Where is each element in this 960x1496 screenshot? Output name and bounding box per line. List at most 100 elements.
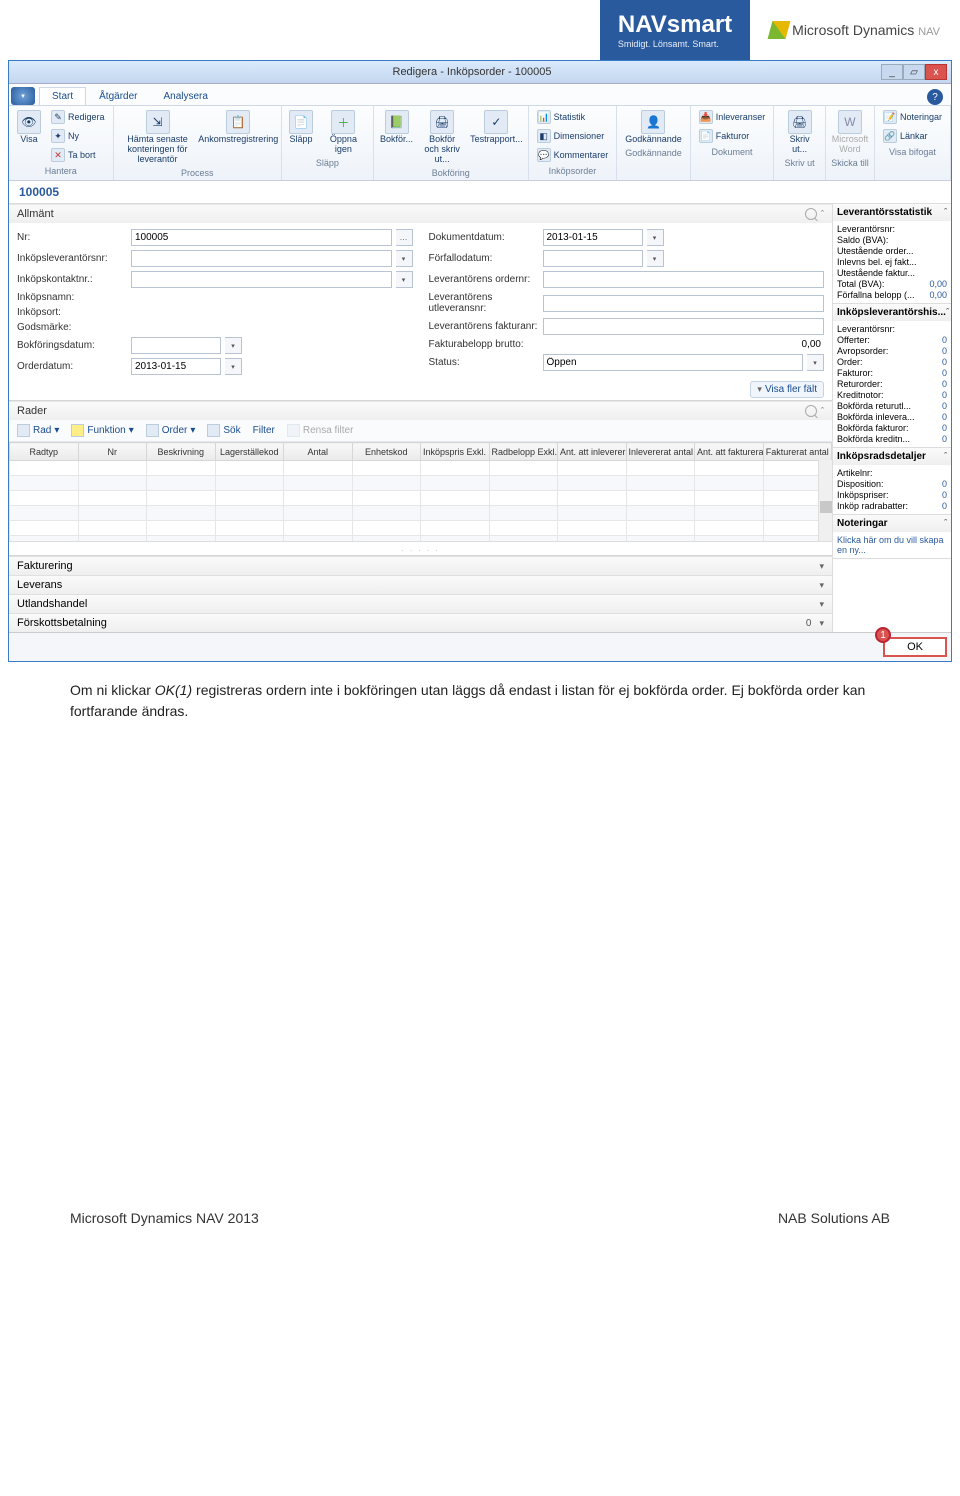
dd-orderdatum[interactable]: ▾ [225, 358, 242, 375]
input-inkopslev[interactable] [131, 250, 392, 267]
column-header[interactable]: Ant. att fakturera [695, 443, 764, 461]
fakturor-button[interactable]: 📄Fakturor [695, 127, 770, 145]
kommentarer-button[interactable]: 💬Kommentarer [533, 146, 613, 164]
dd-inkopslev[interactable]: ▾ [396, 250, 413, 267]
minimize-button[interactable]: _ [881, 64, 903, 80]
body-area: Allmänt ˆ Nr:… Inköpsleverantörsnr:▾ Ink… [9, 204, 951, 632]
resize-handle[interactable]: . . . . . [9, 542, 832, 555]
slapp-button[interactable]: 📄Släpp [286, 108, 316, 146]
input-levorder[interactable] [543, 271, 825, 288]
ok-button[interactable]: OK [883, 637, 947, 657]
column-header[interactable]: Antal [284, 443, 353, 461]
search-icon[interactable] [805, 405, 817, 417]
tab-analysera[interactable]: Analysera [150, 87, 220, 105]
column-header[interactable]: Lagerställekod [215, 443, 284, 461]
nav-jewel-icon[interactable]: ▾ [11, 87, 35, 105]
dd-forfallo[interactable]: ▾ [647, 250, 664, 267]
footer-left: Microsoft Dynamics NAV 2013 [70, 1210, 259, 1226]
bokfor-button[interactable]: 📗Bokför... [378, 108, 415, 146]
tabort-button[interactable]: ✕Ta bort [47, 146, 109, 164]
factbox-header-levhist[interactable]: Inköpsleverantörshis...ˆ [833, 304, 951, 321]
column-header[interactable]: Inköpspris Exkl. moms [421, 443, 490, 461]
input-forfallo[interactable] [543, 250, 643, 267]
noteringar-button[interactable]: 📝Noteringar [879, 108, 946, 126]
factbox-header-levstat[interactable]: Leverantörsstatistikˆ [833, 204, 951, 221]
dd-bokforingsdatum[interactable]: ▾ [225, 337, 242, 354]
factbox-header-noteringar[interactable]: Noteringarˆ [833, 515, 951, 532]
column-header[interactable]: Radbelopp Exkl. moms [489, 443, 558, 461]
oppnaigen-button[interactable]: ＋Öppna igen [318, 108, 369, 156]
filter-button[interactable]: Filter [249, 422, 279, 439]
lankar-button[interactable]: 🔗Länkar [879, 127, 946, 145]
input-bokforingsdatum[interactable] [131, 337, 221, 354]
godkannande-button[interactable]: 👤Godkännande [621, 108, 686, 146]
dd-dokdat[interactable]: ▾ [647, 229, 664, 246]
skrivut-button[interactable]: 🖨Skriv ut... [778, 108, 821, 156]
show-more-fields-button[interactable]: ▾Visa fler fält [750, 381, 824, 398]
fasttab-forskott[interactable]: Förskottsbetalning0▾ [9, 613, 832, 632]
table-row[interactable] [10, 491, 832, 506]
chevron-up-icon: ˆ [821, 406, 824, 416]
fasttab-leverans[interactable]: Leverans▾ [9, 575, 832, 594]
fasttab-fakturering[interactable]: Fakturering▾ [9, 556, 832, 575]
order-icon [146, 424, 159, 437]
sok-button[interactable]: Sök [203, 422, 244, 439]
ankomst-button[interactable]: 📋Ankomstregistrering [200, 108, 277, 146]
column-header[interactable]: Inlevererat antal [626, 443, 695, 461]
lines-scrollbar[interactable] [818, 460, 832, 541]
table-row[interactable] [10, 521, 832, 536]
close-button[interactable]: x [925, 64, 947, 80]
ok-bar: 1 OK [9, 632, 951, 661]
column-header[interactable]: Nr [78, 443, 147, 461]
dd-status[interactable]: ▾ [807, 354, 824, 371]
factbox-noteringar: Noteringarˆ Klicka här om du vill skapa … [833, 515, 951, 559]
input-levutlev[interactable] [543, 295, 825, 312]
redigera-button[interactable]: ✎Redigera [47, 108, 109, 126]
funktion-menu-button[interactable]: Funktion ▾ [67, 422, 137, 439]
delete-icon: ✕ [51, 148, 65, 162]
inleveranser-button[interactable]: 📥Inleveranser [695, 108, 770, 126]
word-button[interactable]: WMicrosoft Word [830, 108, 870, 156]
table-row[interactable] [10, 461, 832, 476]
table-row[interactable] [10, 506, 832, 521]
column-header[interactable]: Enhetskod [352, 443, 421, 461]
lookup-nr[interactable]: … [396, 229, 413, 246]
dd-inkopskontakt[interactable]: ▾ [396, 271, 413, 288]
factbox-row: Bokförda fakturor:0 [837, 423, 947, 433]
column-header[interactable]: Ant. att inlevereras [558, 443, 627, 461]
table-row[interactable] [10, 536, 832, 543]
lines-grid[interactable]: RadtypNrBeskrivningLagerställekodAntalEn… [9, 442, 832, 542]
ribbon-group-bokforing: 📗Bokför... 🖨Bokför och skriv ut... ✓Test… [374, 106, 529, 180]
input-nr[interactable] [131, 229, 392, 246]
input-orderdatum[interactable] [131, 358, 221, 375]
rensa-filter-button[interactable]: Rensa filter [283, 422, 358, 439]
scrollbar-thumb[interactable] [820, 501, 832, 513]
input-levfakt[interactable] [543, 318, 825, 335]
bokforoch-button[interactable]: 🖨Bokför och skriv ut... [417, 108, 467, 166]
tab-start[interactable]: Start [39, 87, 86, 105]
ny-button[interactable]: ✦Ny [47, 127, 109, 145]
column-header[interactable]: Fakturerat antal [763, 443, 832, 461]
help-icon[interactable]: ? [927, 89, 943, 105]
visa-button[interactable]: 👁Visa [13, 108, 45, 146]
dimensioner-button[interactable]: ◧Dimensioner [533, 127, 613, 145]
input-status[interactable] [543, 354, 804, 371]
tab-atgarder[interactable]: Åtgärder [86, 87, 150, 105]
fasttab-header-allmant[interactable]: Allmänt ˆ [9, 204, 832, 223]
fasttab-header-rader[interactable]: Rader ˆ [9, 401, 832, 420]
column-header[interactable]: Radtyp [10, 443, 79, 461]
fasttab-utlandshandel[interactable]: Utlandshandel▾ [9, 594, 832, 613]
rad-menu-button[interactable]: Rad ▾ [13, 422, 63, 439]
statistik-button[interactable]: 📊Statistik [533, 108, 613, 126]
factbox-note-hint[interactable]: Klicka här om du vill skapa en ny... [833, 532, 951, 558]
restore-button[interactable]: ▱ [903, 64, 925, 80]
column-header[interactable]: Beskrivning [147, 443, 216, 461]
input-inkopskontakt[interactable] [131, 271, 392, 288]
order-menu-button[interactable]: Order ▾ [142, 422, 200, 439]
testrapport-button[interactable]: ✓Testrapport... [469, 108, 524, 146]
search-icon[interactable] [805, 208, 817, 220]
hamta-button[interactable]: ⇲Hämta senaste konteringen för leverantö… [118, 108, 198, 166]
input-dokdat[interactable] [543, 229, 643, 246]
table-row[interactable] [10, 476, 832, 491]
factbox-header-raddetaljer[interactable]: Inköpsradsdetaljerˆ [833, 448, 951, 465]
